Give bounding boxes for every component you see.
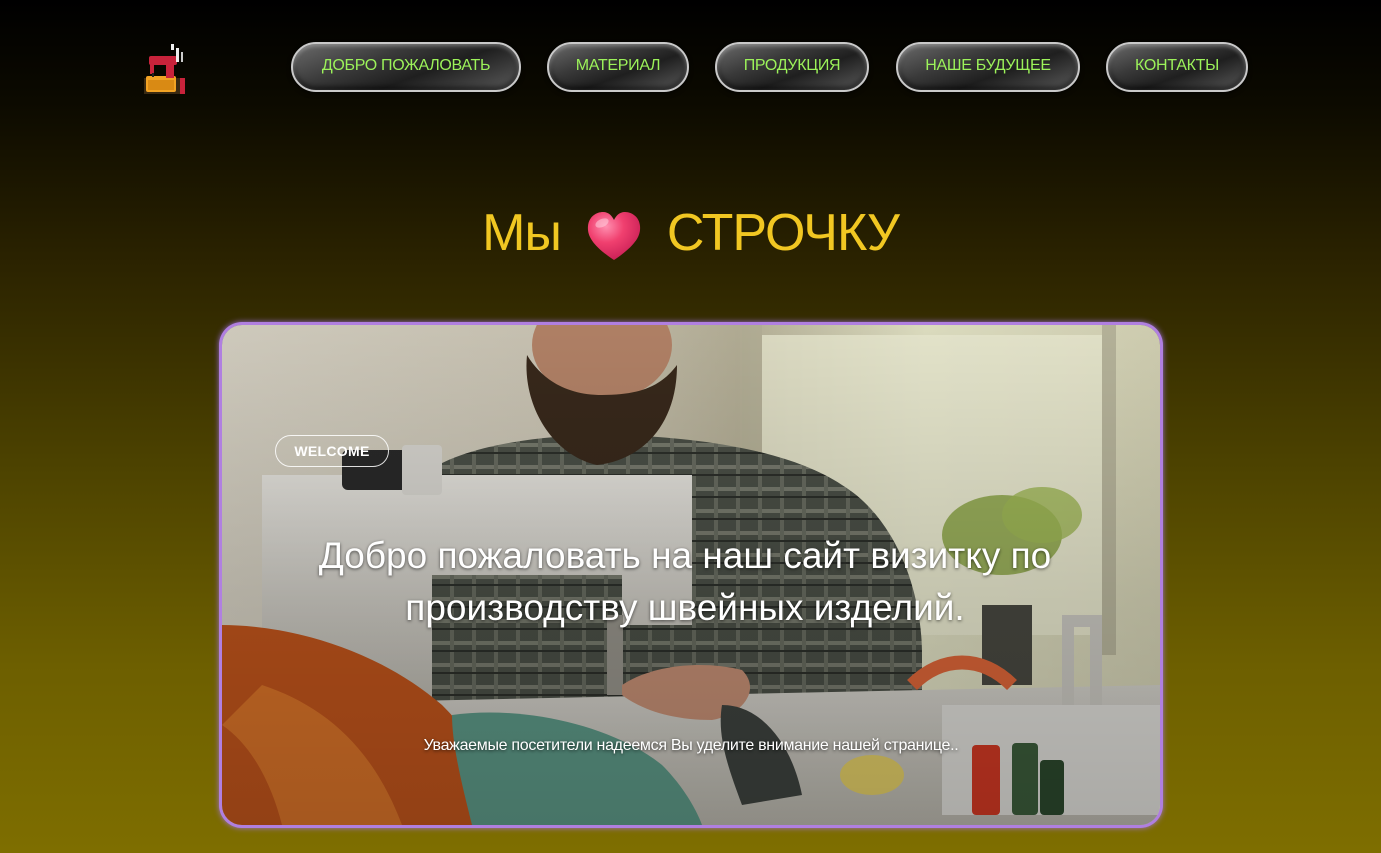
hero-title-right: СТРОЧКУ [666, 204, 900, 262]
nav-button-our-future[interactable]: НАШЕ БУДУЩЕЕ [896, 42, 1080, 92]
hero-title: Мы СТРОЧКУ [0, 203, 1381, 263]
main-nav: ДОБРО ПОЖАЛОВАТЬ МАТЕРИАЛ ПРОДУКЦИЯ НАШЕ… [0, 42, 1381, 96]
nav-button-welcome[interactable]: ДОБРО ПОЖАЛОВАТЬ [291, 42, 521, 92]
nav-button-products[interactable]: ПРОДУКЦИЯ [715, 42, 869, 92]
card-subline: Уважаемые посетители надеемся Вы уделите… [423, 737, 959, 754]
heart-icon [587, 212, 640, 260]
hero-card: WELCOME Добро пожаловать на наш сайт виз… [222, 325, 1160, 825]
nav-button-contacts[interactable]: КОНТАКТЫ [1106, 42, 1248, 92]
nav-button-material[interactable]: МАТЕРИАЛ [547, 42, 689, 92]
card-headline: Добро пожаловать на наш сайт визитку по … [318, 535, 1052, 628]
welcome-badge[interactable]: WELCOME [275, 435, 389, 467]
hero-title-left: Мы [482, 204, 562, 262]
